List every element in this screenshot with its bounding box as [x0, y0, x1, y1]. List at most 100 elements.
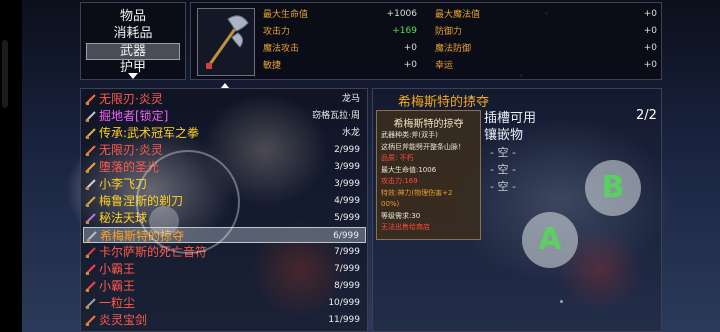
- socket-slot[interactable]: - 空 -: [490, 144, 516, 160]
- item-name: 无限刃·炎灵: [99, 92, 163, 106]
- tooltip-line: 武器种类:斧(双手): [381, 131, 438, 139]
- item-name: 传承:武术冠军之拳: [99, 126, 200, 140]
- stat-label-text: 最大魔法值: [435, 10, 481, 20]
- scythe-icon: [85, 246, 96, 258]
- stat-value: +0: [643, 43, 657, 53]
- item-count: 4/999: [334, 196, 360, 206]
- stat-label-text: 幸运: [435, 61, 454, 71]
- item-count: 龙马: [341, 94, 360, 104]
- stat-label-text: 魔法防御: [435, 44, 472, 54]
- item-count: 3/999: [334, 179, 360, 189]
- staff-icon: [85, 212, 96, 224]
- stat-value: +169: [392, 26, 417, 36]
- a-button[interactable]: A: [522, 212, 578, 268]
- orb-icon: [85, 263, 96, 275]
- axe-icon: [206, 15, 249, 69]
- tooltip-line: 品质: 不朽: [381, 154, 414, 162]
- stat-value: +0: [643, 26, 657, 36]
- dust-icon: [85, 297, 96, 309]
- page-indicator: 2/2: [636, 108, 657, 123]
- stats-panel: 最大生命值 +1006 攻击力 +169 魔法攻击 +0 敏捷 +0 最大魔法值 +0 防御力 +0…: [190, 2, 662, 80]
- item-count: 3/999: [334, 162, 360, 172]
- item-count: 8/999: [334, 281, 360, 291]
- list-item[interactable]: 卡尔萨斯的死亡音符 7/999: [83, 244, 366, 260]
- stat-label: 攻击力: [263, 26, 290, 38]
- b-button[interactable]: B: [585, 160, 641, 216]
- joystick-knob[interactable]: [149, 206, 179, 236]
- sword-icon: [85, 144, 96, 156]
- item-name: 无限刃·炎灵: [99, 143, 163, 157]
- stat-label: 幸运: [435, 60, 453, 72]
- inlay-label: 镶嵌物: [484, 128, 524, 143]
- stat-label: 魔法攻击: [263, 43, 299, 55]
- category-menu: 物品 消耗品 武器 护甲: [80, 2, 186, 80]
- orb-icon: [85, 280, 96, 292]
- sword-icon: [85, 314, 96, 326]
- tooltip-line: 00%): [381, 200, 400, 208]
- razor-icon: [85, 195, 96, 207]
- socket-slot[interactable]: - 空 -: [490, 161, 516, 177]
- item-name: 小霸王: [99, 262, 136, 276]
- screen-edge-bar: [0, 0, 22, 332]
- stat-value: +0: [643, 9, 657, 19]
- list-item[interactable]: 炎灵宝剑 11/999: [83, 312, 366, 328]
- list-item[interactable]: 小霸王 7/999: [83, 261, 366, 277]
- stat-label: 最大生命值: [263, 9, 308, 21]
- item-count: 2/999: [334, 145, 360, 155]
- list-item[interactable]: 掘地者[锁定] 窃格瓦拉·周: [83, 108, 366, 124]
- stat-label: 最大魔法值: [435, 9, 480, 21]
- virtual-joystick[interactable]: [136, 150, 240, 254]
- item-name: 小霸王: [99, 279, 136, 293]
- item-count: 6/999: [333, 231, 359, 241]
- stat-label-text: 防御力: [435, 27, 463, 37]
- item-count: 10/999: [328, 298, 360, 308]
- item-count: 水龙: [341, 128, 360, 138]
- axe-icon: [86, 230, 97, 242]
- tooltip-line: 这柄巨斧能劈开整条山脉！: [381, 142, 465, 151]
- item-name: 炎灵宝剑: [99, 313, 148, 327]
- stat-label: 魔法防御: [435, 43, 471, 55]
- tooltip-line: 无法出售给商店: [381, 223, 430, 231]
- category-item[interactable]: 消耗品: [81, 26, 185, 41]
- item-count: 11/999: [328, 315, 360, 325]
- stat-value: +0: [403, 43, 417, 53]
- a-button-label: A: [538, 222, 562, 257]
- item-name: 一粒尘: [99, 296, 136, 310]
- tooltip-line: 最大生命值:1006: [381, 165, 437, 174]
- stat-label-text: 敏捷: [263, 61, 282, 71]
- sword-icon: [85, 161, 96, 173]
- tooltip-line: 等级需求:30: [381, 211, 421, 220]
- detail-title: 希梅斯特的掠夺: [398, 95, 490, 110]
- item-count: 7/999: [334, 264, 360, 274]
- stat-label: 敏捷: [263, 60, 281, 72]
- stat-label-text: 攻击力: [263, 27, 291, 37]
- category-item[interactable]: 物品: [81, 9, 185, 24]
- socket-slot[interactable]: - 空 -: [490, 178, 516, 194]
- stat-value: +0: [403, 60, 417, 70]
- list-item[interactable]: 一粒尘 10/999: [83, 295, 366, 311]
- stat-value: +1006: [386, 9, 417, 19]
- stat-label-text: 魔法攻击: [263, 44, 300, 54]
- stat-label: 防御力: [435, 26, 462, 38]
- list-item[interactable]: 无限刃·炎灵 龙马: [83, 91, 366, 107]
- list-item[interactable]: 无限刃·炎灵 2/999: [83, 142, 366, 158]
- item-count: 7/999: [334, 247, 360, 257]
- notch: [2, 40, 8, 108]
- item-count: 窃格瓦拉·周: [312, 111, 360, 121]
- pickaxe-icon: [85, 110, 96, 122]
- item-count: 5/999: [334, 213, 360, 223]
- category-item-selected[interactable]: 武器: [86, 43, 180, 60]
- list-item[interactable]: 传承:武术冠军之拳 水龙: [83, 125, 366, 141]
- scroll-down-arrow-icon[interactable]: [128, 73, 138, 79]
- b-button-label: B: [601, 170, 625, 205]
- sword-icon: [85, 93, 96, 105]
- tooltip-title: 希梅斯特的掠夺: [393, 119, 464, 130]
- fist-icon: [85, 127, 96, 139]
- weapon-preview: [197, 8, 255, 76]
- knife-icon: [85, 178, 96, 190]
- item-name: 掘地者[锁定]: [99, 109, 169, 123]
- tooltip-line: 特效:神力(物理伤害+2: [381, 188, 453, 197]
- tooltip-line: 攻击力:169: [381, 177, 418, 185]
- list-item[interactable]: 小霸王 8/999: [83, 278, 366, 294]
- stat-label-text: 最大生命值: [263, 10, 309, 20]
